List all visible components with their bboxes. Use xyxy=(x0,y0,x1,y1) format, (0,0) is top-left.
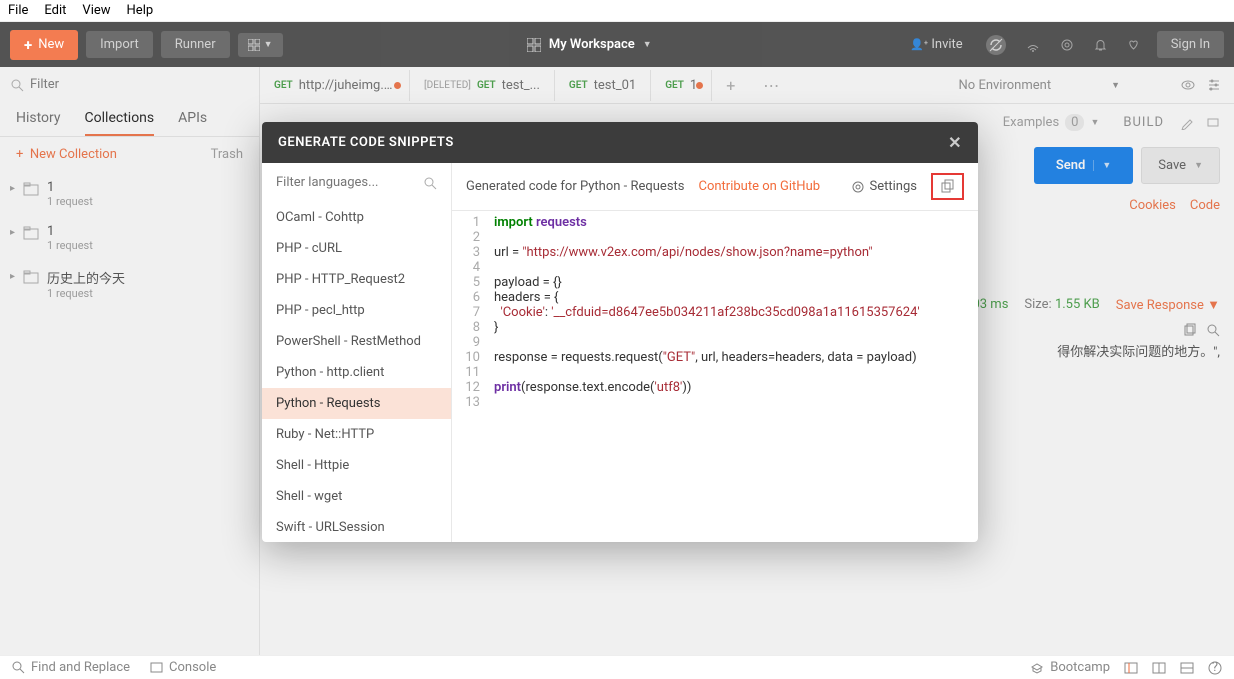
language-list: OCaml - CohttpPHP - cURLPHP - HTTP_Reque… xyxy=(262,202,451,542)
layout-icon-1[interactable] xyxy=(1124,661,1138,675)
request-tabs: GEThttp://juheimg.o...[DELETED] GETtest_… xyxy=(260,67,1234,104)
bell-icon[interactable] xyxy=(1093,37,1108,52)
cookies-link[interactable]: Cookies xyxy=(1129,198,1176,213)
menu-edit[interactable]: Edit xyxy=(44,3,66,18)
layout-icon-2[interactable] xyxy=(1152,661,1166,675)
request-tab[interactable]: GEThttp://juheimg.o... xyxy=(260,70,410,101)
find-replace[interactable]: Find and Replace xyxy=(12,660,130,675)
language-filter-input[interactable] xyxy=(276,175,406,190)
bg-text-fragment: 得你解决实际问题的地方。", xyxy=(1057,345,1220,360)
collection-item[interactable]: ▸历史上的今天1 request xyxy=(0,260,259,308)
request-tab[interactable]: GETtest_01 xyxy=(555,70,651,101)
language-option[interactable]: PHP - cURL xyxy=(262,233,451,264)
console[interactable]: Console xyxy=(150,660,216,675)
settings-gear-icon[interactable] xyxy=(1059,37,1075,53)
code-snippet-body[interactable]: 1import requests23url = "https://www.v2e… xyxy=(452,211,978,542)
copy-icon[interactable] xyxy=(1182,323,1196,337)
language-option[interactable]: PHP - pecl_http xyxy=(262,295,451,326)
invite-button[interactable]: 👤⁺ Invite xyxy=(896,31,977,58)
tab-switcher[interactable]: ▼ xyxy=(238,33,283,57)
examples-label: Examples xyxy=(1003,115,1059,130)
examples-count: 0 xyxy=(1065,114,1084,131)
runner-button[interactable]: Runner xyxy=(161,31,230,58)
menubar: File Edit View Help xyxy=(0,0,1234,22)
copy-snippet-button[interactable] xyxy=(931,173,964,200)
tab-collections[interactable]: Collections xyxy=(85,102,155,136)
bootcamp[interactable]: Bootcamp xyxy=(1030,660,1110,675)
tab-history[interactable]: History xyxy=(16,102,61,136)
sidebar: History Collections APIs + New Collectio… xyxy=(0,67,260,655)
trash-link[interactable]: Trash xyxy=(211,147,243,162)
status-size: 1.55 KB xyxy=(1055,297,1100,312)
new-collection-link[interactable]: + New Collection xyxy=(16,147,117,162)
language-option[interactable]: Ruby - Net::HTTP xyxy=(262,419,451,450)
send-button[interactable]: Send▼ xyxy=(1034,147,1133,184)
footer: Find and Replace Console Bootcamp ? xyxy=(0,655,1234,679)
language-option[interactable]: Python - http.client xyxy=(262,357,451,388)
collection-item[interactable]: ▸11 request xyxy=(0,216,259,260)
language-option[interactable]: Python - Requests xyxy=(262,388,451,419)
new-button[interactable]: +New xyxy=(10,30,78,60)
collection-item[interactable]: ▸11 request xyxy=(0,172,259,216)
help-icon[interactable]: ? xyxy=(1208,661,1222,675)
build-button[interactable]: BUILD xyxy=(1123,115,1164,130)
language-option[interactable]: PHP - HTTP_Request2 xyxy=(262,264,451,295)
sliders-icon[interactable] xyxy=(1206,77,1222,93)
status-size-label: Size: xyxy=(1024,297,1051,312)
import-button[interactable]: Import xyxy=(86,31,153,58)
language-option[interactable]: Swift - URLSession xyxy=(262,512,451,542)
new-tab-button[interactable]: + xyxy=(712,76,749,95)
search-result-icon[interactable] xyxy=(1206,323,1220,337)
modal-title: GENERATE CODE SNIPPETS xyxy=(278,135,454,150)
grid-icon xyxy=(527,38,541,52)
eye-icon[interactable] xyxy=(1180,77,1196,93)
topbar: +New Import Runner ▼ My Workspace ▼ 👤⁺ I… xyxy=(0,22,1234,67)
request-tab[interactable]: GET1 xyxy=(651,70,712,101)
snippet-settings-button[interactable]: Settings xyxy=(851,179,917,194)
menu-view[interactable]: View xyxy=(82,3,110,18)
search-icon xyxy=(423,176,437,190)
edit-icon[interactable] xyxy=(1180,116,1194,130)
collection-list: ▸11 request▸11 request▸历史上的今天1 request xyxy=(0,172,259,308)
heart-icon[interactable] xyxy=(1126,37,1141,52)
language-option[interactable]: PowerShell - RestMethod xyxy=(262,326,451,357)
filter-input[interactable] xyxy=(30,77,249,92)
sync-icon[interactable] xyxy=(985,34,1007,56)
language-option[interactable]: Shell - Httpie xyxy=(262,450,451,481)
language-option[interactable]: Shell - wget xyxy=(262,481,451,512)
tab-overflow[interactable]: ⋯ xyxy=(749,76,793,95)
svg-text:?: ? xyxy=(1212,661,1218,675)
copy-icon xyxy=(940,179,955,194)
save-response-button[interactable]: Save Response ▼ xyxy=(1116,297,1220,313)
comment-icon[interactable] xyxy=(1206,116,1220,130)
request-tab[interactable]: [DELETED] GETtest_... xyxy=(410,70,555,101)
search-icon xyxy=(10,78,24,92)
generated-code-title: Generated code for Python - Requests xyxy=(466,179,685,194)
environment-selector[interactable]: No Environment▼ xyxy=(947,77,1234,93)
tab-apis[interactable]: APIs xyxy=(178,102,207,136)
satellite-icon[interactable] xyxy=(1025,37,1041,53)
layout-icon-3[interactable] xyxy=(1180,661,1194,675)
code-link[interactable]: Code xyxy=(1190,198,1220,213)
code-snippet-modal: GENERATE CODE SNIPPETS ✕ OCaml - CohttpP… xyxy=(262,122,978,542)
workspace-switcher[interactable]: My Workspace ▼ xyxy=(527,37,652,52)
close-icon[interactable]: ✕ xyxy=(948,133,962,152)
save-button[interactable]: Save▼ xyxy=(1141,147,1220,184)
menu-help[interactable]: Help xyxy=(127,3,154,18)
menu-file[interactable]: File xyxy=(8,3,28,18)
signin-button[interactable]: Sign In xyxy=(1157,31,1224,58)
gear-icon xyxy=(851,180,865,194)
language-option[interactable]: OCaml - Cohttp xyxy=(262,202,451,233)
contribute-link[interactable]: Contribute on GitHub xyxy=(699,179,821,194)
